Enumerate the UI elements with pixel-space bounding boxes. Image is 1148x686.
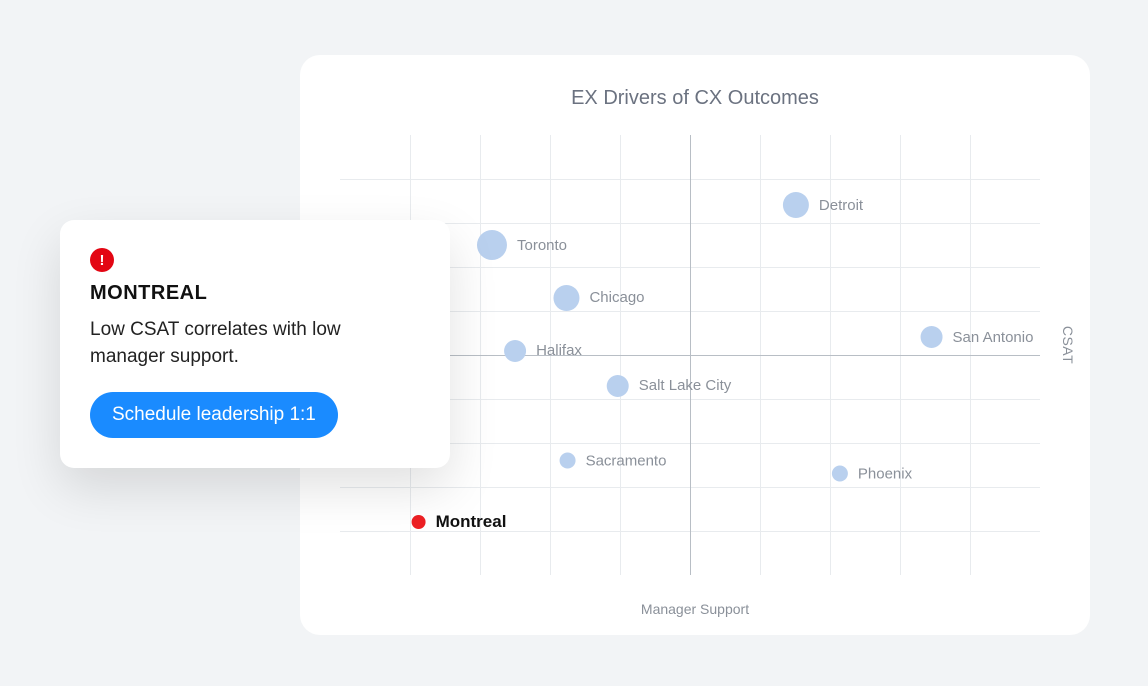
insight-title: MONTREAL (90, 282, 420, 305)
data-point-label: Salt Lake City (639, 377, 732, 394)
data-point[interactable]: Montreal (412, 512, 507, 532)
y-axis-label: CSAT (1060, 326, 1076, 364)
data-point-dot (832, 466, 848, 482)
data-point[interactable]: Sacramento (560, 452, 667, 469)
data-point-dot (921, 326, 943, 348)
insight-card: ! MONTREAL Low CSAT correlates with low … (60, 220, 450, 468)
data-point-label: Sacramento (586, 452, 667, 469)
data-point-dot (504, 340, 526, 362)
data-point[interactable]: Detroit (783, 192, 863, 218)
data-point-label: Montreal (436, 512, 507, 532)
y-axis (690, 135, 691, 575)
data-point[interactable]: San Antonio (921, 326, 1034, 348)
insight-body: Low CSAT correlates with low manager sup… (90, 317, 420, 370)
data-point[interactable]: Toronto (477, 230, 567, 260)
data-point-dot (477, 230, 507, 260)
data-point[interactable]: Phoenix (832, 465, 912, 482)
data-point-dot (412, 515, 426, 529)
data-point[interactable]: Salt Lake City (607, 375, 732, 397)
data-point-label: Chicago (589, 289, 644, 306)
data-point-dot (607, 375, 629, 397)
data-point-dot (783, 192, 809, 218)
data-point-label: Toronto (517, 237, 567, 254)
data-point-label: San Antonio (953, 329, 1034, 346)
x-axis-label: Manager Support (300, 601, 1090, 617)
data-point-label: Halifax (536, 342, 582, 359)
data-point[interactable]: Chicago (553, 285, 644, 311)
schedule-leadership-button[interactable]: Schedule leadership 1:1 (90, 392, 338, 438)
data-point[interactable]: Halifax (504, 340, 582, 362)
data-point-dot (560, 453, 576, 469)
alert-icon: ! (90, 248, 114, 272)
data-point-label: Detroit (819, 197, 863, 214)
chart-title: EX Drivers of CX Outcomes (300, 87, 1090, 110)
data-point-label: Phoenix (858, 465, 912, 482)
data-point-dot (553, 285, 579, 311)
